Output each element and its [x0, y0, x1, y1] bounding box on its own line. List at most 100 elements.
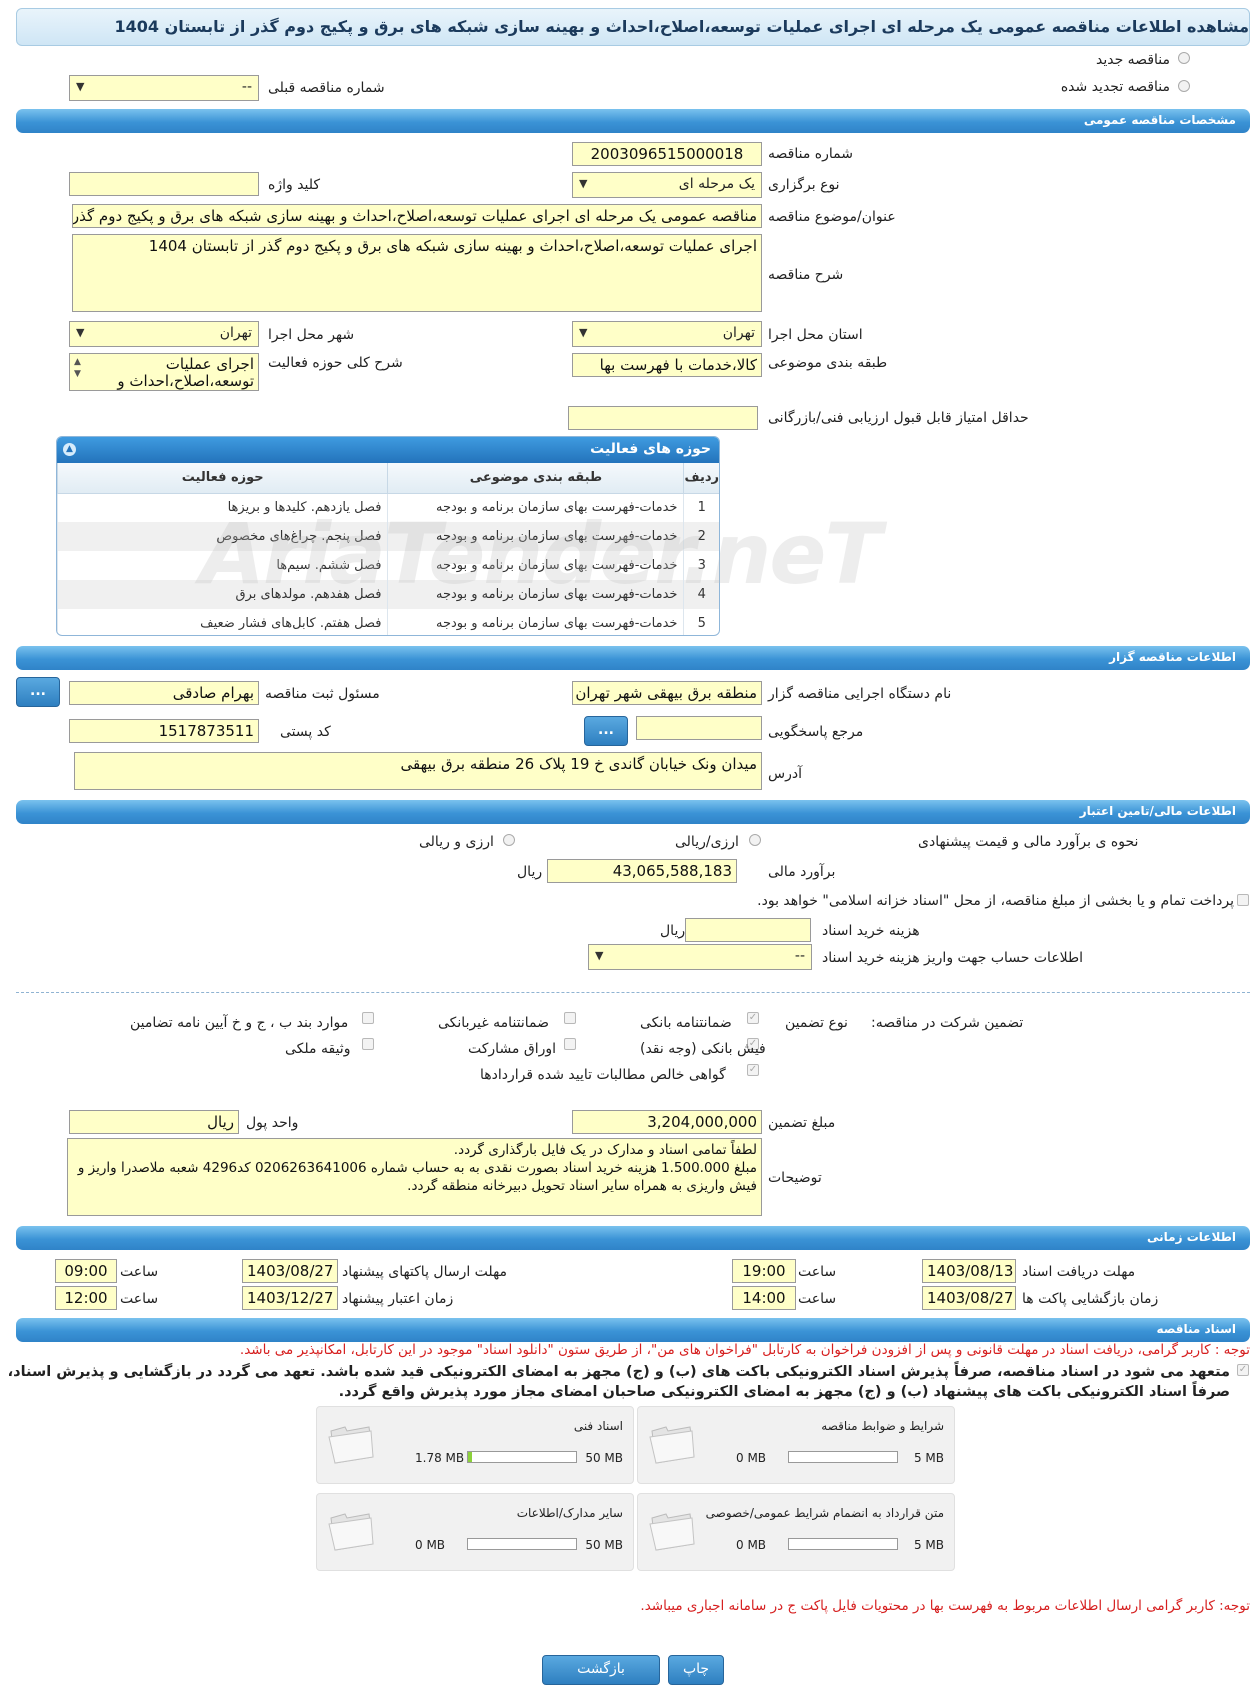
valid-date[interactable]: 1403/12/27 — [242, 1286, 338, 1310]
account-value: -- — [794, 948, 805, 964]
province-select[interactable]: ▼ تهران — [572, 321, 762, 347]
resp-label: مسئول ثبت مناقصه — [265, 686, 380, 702]
col-header-category: طبقه بندی موضوعی — [387, 463, 684, 494]
ref-field[interactable] — [636, 716, 762, 740]
receive-time-label: ساعت — [798, 1264, 837, 1280]
method-label: نحوه ی برآورد مالی و قیمت پیشنهادی — [918, 834, 1139, 850]
file-max: 5 MB — [913, 1538, 944, 1552]
price-list-note: توجه: کاربر گرامی ارسال اطلاعات مربوط به… — [640, 1598, 1250, 1614]
prev-tender-select[interactable]: ▼ -- — [69, 75, 259, 101]
file-box-contract[interactable]: متن قرارداد به انضمام شرایط عمومی/خصوصی … — [637, 1493, 955, 1571]
submit-date[interactable]: 1403/08/27 — [242, 1259, 338, 1283]
org-field[interactable]: منطقه برق بیهقی شهر تهران — [572, 681, 762, 705]
file-box-other[interactable]: سایر مدارک/اطلاعات 50 MB 0 MB — [316, 1493, 634, 1571]
claims-checkbox[interactable]: ✓ — [747, 1064, 759, 1076]
file-max: 50 MB — [585, 1538, 623, 1552]
new-tender-radio[interactable] — [1178, 52, 1190, 64]
valid-time[interactable]: 12:00 — [55, 1286, 117, 1310]
other-guarantee-checkbox[interactable] — [362, 1012, 374, 1024]
notes-field[interactable]: لطفاً تمامی اسناد و مدارک در یک فایل بار… — [67, 1138, 762, 1216]
divider — [16, 992, 1250, 993]
bank-guarantee-checkbox[interactable]: ✓ — [747, 1012, 759, 1024]
section-general: مشخصات مناقصه عمومی — [16, 109, 1250, 133]
province-label: استان محل اجرا — [768, 327, 863, 343]
account-select[interactable]: ▼ -- — [588, 944, 812, 970]
notes-label: توضیحات — [768, 1170, 822, 1186]
more-button[interactable]: ... — [16, 677, 60, 707]
bank-guarantee-label: ضمانتنامه بانکی — [640, 1015, 732, 1031]
cash-label: فیش بانکی (وجه نقد) — [640, 1041, 766, 1057]
back-button[interactable]: بازگشت — [542, 1655, 660, 1685]
open-date[interactable]: 1403/08/27 — [922, 1286, 1016, 1310]
ref-label: مرجع پاسخگویی — [768, 724, 864, 740]
amount-field[interactable]: 3,204,000,000 — [572, 1110, 762, 1134]
tender-no-field[interactable]: 2003096515000018 — [572, 142, 762, 166]
scope-field[interactable]: اجرای عملیات توسعه،اصلاح،احداث و ▲ ▼ — [69, 353, 259, 391]
renewed-tender-radio[interactable] — [1178, 80, 1190, 92]
folder-icon — [649, 1426, 695, 1464]
open-time[interactable]: 14:00 — [732, 1286, 796, 1310]
folder-icon — [328, 1513, 374, 1551]
city-value: تهران — [219, 325, 252, 341]
page-title-bar: مشاهده اطلاعات مناقصه عمومی یک مرحله ای … — [16, 8, 1250, 46]
subject-field[interactable]: مناقصه عمومی یک مرحله ای اجرای عملیات تو… — [72, 204, 762, 228]
file-progress-fill — [468, 1452, 472, 1462]
keyword-label: کلید واژه — [268, 177, 321, 193]
bonds-checkbox[interactable] — [564, 1038, 576, 1050]
amount-label: مبلغ تضمین — [768, 1115, 836, 1131]
submit-time[interactable]: 09:00 — [55, 1259, 117, 1283]
keyword-field[interactable] — [69, 172, 259, 196]
currency-field[interactable]: ریال — [69, 1110, 239, 1134]
cell-row-no: 5 — [683, 609, 719, 635]
addr-label: آدرس — [768, 766, 802, 782]
category-label: طبقه بندی موضوعی — [768, 355, 888, 371]
estimate-field[interactable]: 43,065,588,183 — [547, 859, 737, 883]
section-timing: اطلاعات زمانی — [16, 1226, 1250, 1250]
min-score-field[interactable] — [568, 406, 758, 430]
doc-cost-unit: ریال — [660, 923, 686, 939]
org-label: نام دستگاه اجرایی مناقصه گزار — [768, 686, 952, 702]
resp-field[interactable]: بهرام صادقی — [69, 681, 259, 705]
doc-cost-field[interactable] — [685, 918, 811, 942]
ref-more-button[interactable]: ... — [584, 716, 628, 746]
commit-checkbox[interactable]: ✓ — [1237, 1364, 1249, 1376]
property-checkbox[interactable] — [362, 1038, 374, 1050]
file-used: 0 MB — [415, 1538, 446, 1552]
renewed-tender-label: مناقصه تجدید شده — [1060, 79, 1170, 95]
file-title: سایر مدارک/اطلاعات — [516, 1506, 623, 1520]
desc-field[interactable]: اجرای عملیات توسعه،اصلاح،احداث و بهینه س… — [72, 234, 762, 312]
submit-label: مهلت ارسال پاکتهای پیشنهاد — [342, 1264, 508, 1280]
chevron-down-icon: ▼ — [76, 80, 85, 93]
folder-icon — [649, 1513, 695, 1551]
rial-radio[interactable] — [749, 834, 761, 846]
receive-date[interactable]: 1403/08/13 — [922, 1259, 1016, 1283]
collapse-icon[interactable]: ▲ — [63, 443, 76, 456]
hold-type-select[interactable]: ▼ یک مرحله ای — [572, 172, 762, 198]
valid-time-label: ساعت — [120, 1291, 159, 1307]
scroll-arrows-icon[interactable]: ▲ ▼ — [74, 356, 81, 380]
table-row[interactable]: 5 خدمات-فهرست بهای سازمان برنامه و بودجه ف… — [57, 609, 719, 635]
tender-no-label: شماره مناقصه — [768, 146, 853, 162]
treasury-checkbox[interactable] — [1237, 894, 1249, 906]
open-label: زمان بازگشایی پاکت ها — [1022, 1291, 1159, 1307]
file-used: 0 MB — [736, 1451, 767, 1465]
subject-label: عنوان/موضوع مناقصه — [768, 209, 896, 225]
commit-text: متعهد می شود در اسناد مناقصه، صرفاً پذیر… — [7, 1364, 1230, 1400]
city-label: شهر محل اجرا — [268, 327, 355, 343]
nonbank-guarantee-checkbox[interactable] — [564, 1012, 576, 1024]
watermark: AriaTender.neT — [200, 505, 882, 603]
file-box-technical[interactable]: اسناد فنی 50 MB 1.78 MB — [316, 1406, 634, 1484]
addr-field[interactable]: میدان ونک خیابان گاندی خ 19 پلاک 26 منطق… — [74, 752, 762, 790]
postal-field[interactable]: 1517873511 — [69, 719, 259, 743]
cell-activity: فصل هفتم. کابل‌های فشار ضعیف — [57, 609, 388, 635]
receive-time[interactable]: 19:00 — [732, 1259, 796, 1283]
treasury-text: پرداخت تمام و یا بخشی از مبلغ مناقصه، از… — [757, 893, 1234, 909]
print-button[interactable]: چاپ — [668, 1655, 724, 1685]
both-radio[interactable] — [503, 834, 515, 846]
chevron-down-icon: ▼ — [579, 177, 588, 190]
file-progress-bar — [467, 1538, 577, 1550]
category-field[interactable]: کالا،خدمات با فهرست بها — [572, 353, 762, 377]
file-box-terms[interactable]: شرایط و ضوابط مناقصه 5 MB 0 MB — [637, 1406, 955, 1484]
city-select[interactable]: ▼ تهران — [69, 321, 259, 347]
both-radio-label: ارزی و ریالی — [419, 834, 494, 850]
